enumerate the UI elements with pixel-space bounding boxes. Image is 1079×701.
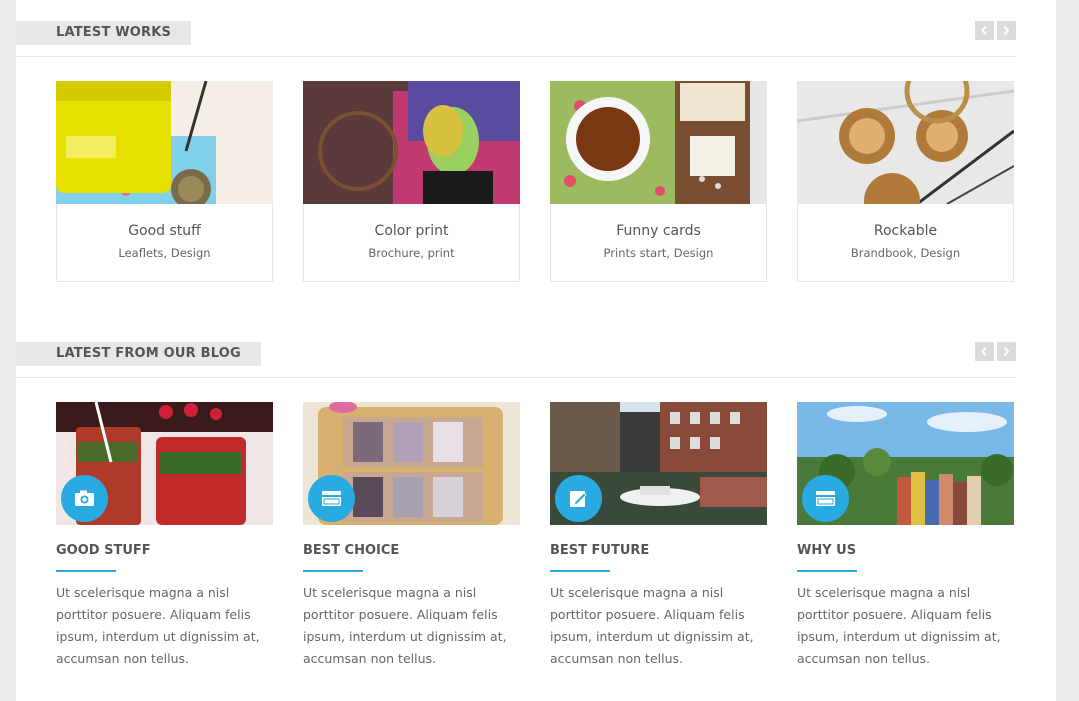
post-thumbnail[interactable] <box>303 402 520 525</box>
blog-post: BEST CHOICE Ut scelerisque magna a nisl … <box>303 402 520 666</box>
post-excerpt: Ut scelerisque magna a nisl porttitor po… <box>56 585 260 666</box>
chevron-left-icon <box>981 26 987 35</box>
post-title[interactable]: BEST CHOICE <box>303 543 399 558</box>
video-icon <box>816 491 835 506</box>
post-excerpt: Ut scelerisque magna a nisl porttitor po… <box>303 585 507 666</box>
works-prev-button[interactable] <box>975 21 994 40</box>
chevron-left-icon <box>981 347 987 356</box>
work-subtitle: Brandbook, Design <box>850 246 961 260</box>
work-title: Color print <box>374 223 449 239</box>
post-excerpt: Ut scelerisque magna a nisl porttitor po… <box>550 585 754 666</box>
works-next-button[interactable] <box>997 21 1016 40</box>
post-title[interactable]: GOOD STUFF <box>56 543 151 558</box>
video-icon <box>322 491 341 506</box>
work-thumbnail[interactable] <box>56 81 273 204</box>
post-excerpt: Ut scelerisque magna a nisl porttitor po… <box>797 585 1001 666</box>
post-type-badge <box>555 475 602 522</box>
work-card[interactable]: Good stuff Leaflets, Design <box>56 81 273 282</box>
post-type-badge <box>802 475 849 522</box>
work-subtitle: Leaflets, Design <box>118 246 211 260</box>
post-type-badge <box>308 475 355 522</box>
blog-post: BEST FUTURE Ut scelerisque magna a nisl … <box>550 402 767 666</box>
edit-icon <box>570 491 587 507</box>
page-content: LATEST WORKS Good stuff Leaflets, Design… <box>16 0 1056 701</box>
work-card[interactable]: Funny cards Prints start, Design <box>550 81 767 282</box>
work-title: Funny cards <box>616 223 701 239</box>
work-subtitle: Prints start, Design <box>603 246 714 260</box>
chevron-right-icon <box>1003 26 1010 35</box>
title-underline <box>303 570 363 572</box>
post-type-badge <box>61 475 108 522</box>
blog-section-header: LATEST FROM OUR BLOG <box>16 342 1016 378</box>
post-title[interactable]: WHY US <box>797 543 856 558</box>
blog-post: WHY US Ut scelerisque magna a nisl portt… <box>797 402 1014 666</box>
work-title: Good stuff <box>128 223 201 239</box>
blog-section-title: LATEST FROM OUR BLOG <box>16 342 261 366</box>
post-thumbnail[interactable] <box>56 402 273 525</box>
work-subtitle: Brochure, print <box>368 246 455 260</box>
title-underline <box>550 570 610 572</box>
blog-post: GOOD STUFF Ut scelerisque magna a nisl p… <box>56 402 273 666</box>
work-card[interactable]: Color print Brochure, print <box>303 81 520 282</box>
blog-prev-button[interactable] <box>975 342 994 361</box>
blog-next-button[interactable] <box>997 342 1016 361</box>
work-thumbnail[interactable] <box>303 81 520 204</box>
title-underline <box>56 570 116 572</box>
work-card[interactable]: Rockable Brandbook, Design <box>797 81 1014 282</box>
works-section-title: LATEST WORKS <box>16 21 192 45</box>
work-title: Rockable <box>873 223 938 239</box>
post-thumbnail[interactable] <box>550 402 767 525</box>
post-thumbnail[interactable] <box>797 402 1014 525</box>
title-underline <box>797 570 857 572</box>
work-thumbnail[interactable] <box>550 81 767 204</box>
work-thumbnail[interactable] <box>797 81 1014 204</box>
camera-icon <box>75 490 94 506</box>
post-title[interactable]: BEST FUTURE <box>550 543 649 558</box>
chevron-right-icon <box>1003 347 1010 356</box>
works-section-header: LATEST WORKS <box>16 21 1016 57</box>
